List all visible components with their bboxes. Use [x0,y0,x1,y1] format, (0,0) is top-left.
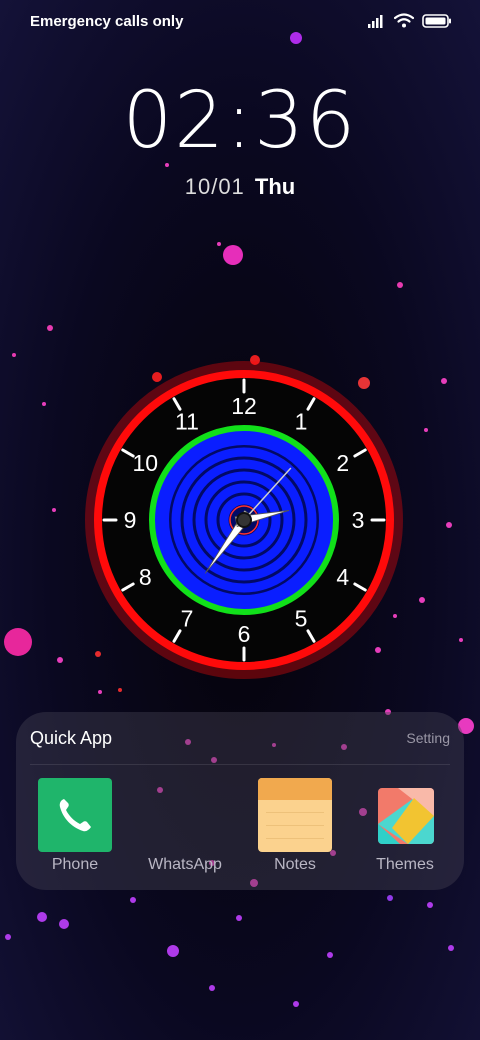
particle [47,325,53,331]
app-label: Phone [51,856,99,873]
particle [223,245,243,265]
analog-clock-widget[interactable]: 121234567891011 [84,360,404,680]
particle [424,428,428,432]
particle [419,597,425,603]
particle [209,985,215,991]
carrier-status-text: Emergency calls only [30,13,184,30]
app-phone[interactable]: Phone [18,778,128,878]
lockscreen-clock: 02:36 [122,76,358,166]
battery-icon [422,13,451,28]
particle [448,945,454,951]
clock-number: 8 [139,564,152,590]
app-label: Themes [376,856,434,873]
clock-number: 11 [175,408,199,434]
particle [327,952,333,958]
particle [130,897,136,903]
wifi-icon [394,13,414,28]
particle [293,1001,299,1007]
clock-number: 2 [336,450,349,476]
phone-icon [38,778,112,852]
divider [30,764,450,765]
particle [167,945,179,957]
setting-link[interactable]: Setting [406,730,450,746]
app-notes[interactable]: Notes [238,778,348,878]
weekday-text: Thu [254,174,296,199]
lockscreen-date: 10/01 Thu [0,174,480,200]
app-label: WhatsApp [148,856,222,873]
clock-number: 1 [295,408,308,434]
particle [459,638,463,642]
particle [5,934,11,940]
status-icons [368,13,452,28]
clock-number: 12 [231,393,257,419]
clock-number: 5 [295,606,308,632]
app-themes[interactable]: Themes [348,778,458,878]
particle [387,895,393,901]
particle [12,353,16,357]
clock-number: 7 [181,606,194,632]
center-cap [236,512,252,528]
themes-icon [378,788,434,844]
particle [236,915,242,921]
app-whatsapp[interactable]: WhatsApp [128,778,238,878]
particle [98,690,102,694]
clock-number: 6 [238,621,251,647]
particle [59,919,69,929]
particle [397,282,403,288]
status-bar: Emergency calls only [0,0,480,44]
particle [57,657,63,663]
notes-icon [258,778,332,852]
particle [427,902,433,908]
clock-number: 4 [336,564,349,590]
particle [52,508,56,512]
particle [4,628,32,656]
app-label: Notes [274,856,316,873]
date-text: 10/01 [184,174,245,199]
signal-icon [368,14,383,28]
particle [118,688,122,692]
particle [217,242,221,246]
clock-number: 10 [132,450,158,476]
clock-number: 3 [352,507,365,533]
clock-number: 9 [124,507,137,533]
particle [37,912,47,922]
quick-app-title: Quick App [30,728,113,748]
particle [42,402,46,406]
particle [441,378,447,384]
particle [446,522,452,528]
quick-app-panel: Quick App Setting Phone WhatsApp Notes T… [16,712,464,890]
